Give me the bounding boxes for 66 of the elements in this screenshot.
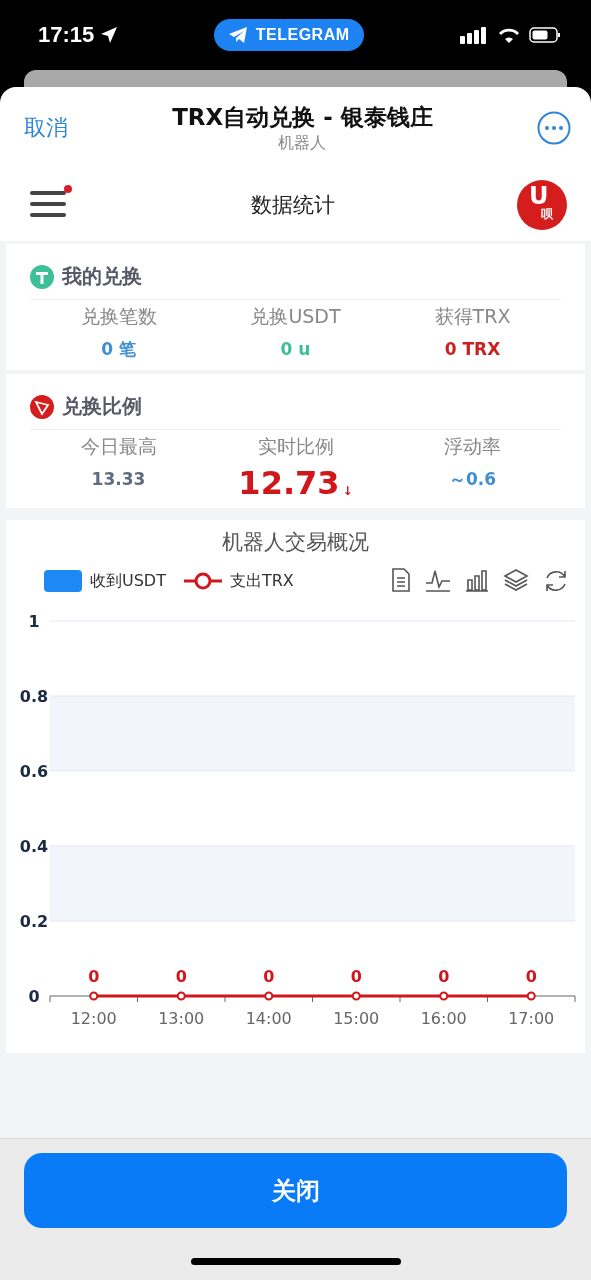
- telegram-pill[interactable]: TELEGRAM: [213, 19, 364, 51]
- stat-value: ～0.6: [448, 468, 497, 490]
- stat-value: 0 TRX: [444, 338, 501, 360]
- stat-value: 12.73: [238, 468, 340, 498]
- paper-plane-icon: [227, 26, 248, 44]
- axis-label: 16:00: [420, 1009, 467, 1024]
- tron-icon: [30, 394, 54, 419]
- chart-title: 机器人交易概况: [222, 529, 369, 556]
- axis-label: 0.8: [19, 687, 49, 706]
- stat-label: 获得TRX: [434, 304, 511, 329]
- refresh-icon[interactable]: [543, 568, 569, 594]
- axis-label: 17:00: [508, 1009, 555, 1024]
- legend-line-icon[interactable]: [183, 571, 222, 591]
- value-label: 0: [350, 967, 362, 986]
- card-title: 兑换比例: [62, 393, 142, 420]
- layers-icon[interactable]: [503, 568, 529, 592]
- stat-label: 今日最高: [80, 434, 157, 459]
- more-icon[interactable]: [537, 111, 571, 145]
- axis-label: 12:00: [70, 1009, 117, 1024]
- axis-label: 0.2: [19, 912, 49, 931]
- axis-label: 15:00: [333, 1009, 380, 1024]
- data-point: [89, 991, 99, 1001]
- stat-label: 兑换USDT: [250, 304, 341, 329]
- tether-icon: [30, 264, 54, 289]
- window-title: TRX自动兑换 - 银泰钱庄: [172, 103, 433, 132]
- axis-label: 0.6: [19, 762, 49, 781]
- close-button[interactable]: 关闭: [24, 1153, 567, 1228]
- window-subtitle: 机器人: [278, 133, 327, 154]
- axis-label: 0: [28, 987, 40, 1006]
- value-label: 0: [525, 967, 537, 986]
- line-chart-icon[interactable]: [425, 568, 451, 592]
- value-label: 0: [438, 967, 450, 986]
- page-title: 数据统计: [250, 192, 335, 219]
- stat-value: 0 u: [280, 338, 311, 360]
- signal-icon: [459, 26, 489, 44]
- axis-label: 1: [28, 612, 40, 631]
- app-logo: U 呗: [517, 180, 567, 230]
- data-point: [264, 991, 274, 1001]
- data-point: [526, 991, 536, 1001]
- clock: 17:15: [38, 22, 95, 48]
- data-point: [176, 991, 186, 1001]
- menu-icon: [30, 189, 66, 218]
- legend-label[interactable]: 支出TRX: [229, 570, 294, 592]
- trend-arrow: ↓: [342, 484, 353, 498]
- value-label: 0: [88, 967, 100, 986]
- stat-label: 实时比例: [257, 434, 334, 459]
- data-point: [351, 991, 361, 1001]
- axis-label: 13:00: [158, 1009, 205, 1024]
- stat-value: 0 笔: [101, 338, 136, 360]
- location-arrow-icon: [100, 26, 119, 44]
- wifi-icon: [497, 26, 521, 44]
- axis-label: 14:00: [245, 1009, 292, 1024]
- card-title: 我的兑换: [62, 263, 142, 290]
- battery-icon: [529, 26, 561, 44]
- bar-chart-icon[interactable]: [465, 568, 489, 592]
- axis-label: 0.4: [19, 837, 49, 856]
- cancel-link[interactable]: 取消: [24, 113, 68, 143]
- document-icon[interactable]: [391, 568, 411, 592]
- stat-value: 13.33: [91, 468, 146, 490]
- data-point: [439, 991, 449, 1001]
- legend-swatch[interactable]: [44, 570, 82, 592]
- value-label: 0: [263, 967, 275, 986]
- stat-label: 兑换笔数: [80, 304, 157, 329]
- stat-label: 浮动率: [444, 434, 501, 459]
- value-label: 0: [175, 967, 187, 986]
- legend-label[interactable]: 收到USDT: [90, 570, 166, 592]
